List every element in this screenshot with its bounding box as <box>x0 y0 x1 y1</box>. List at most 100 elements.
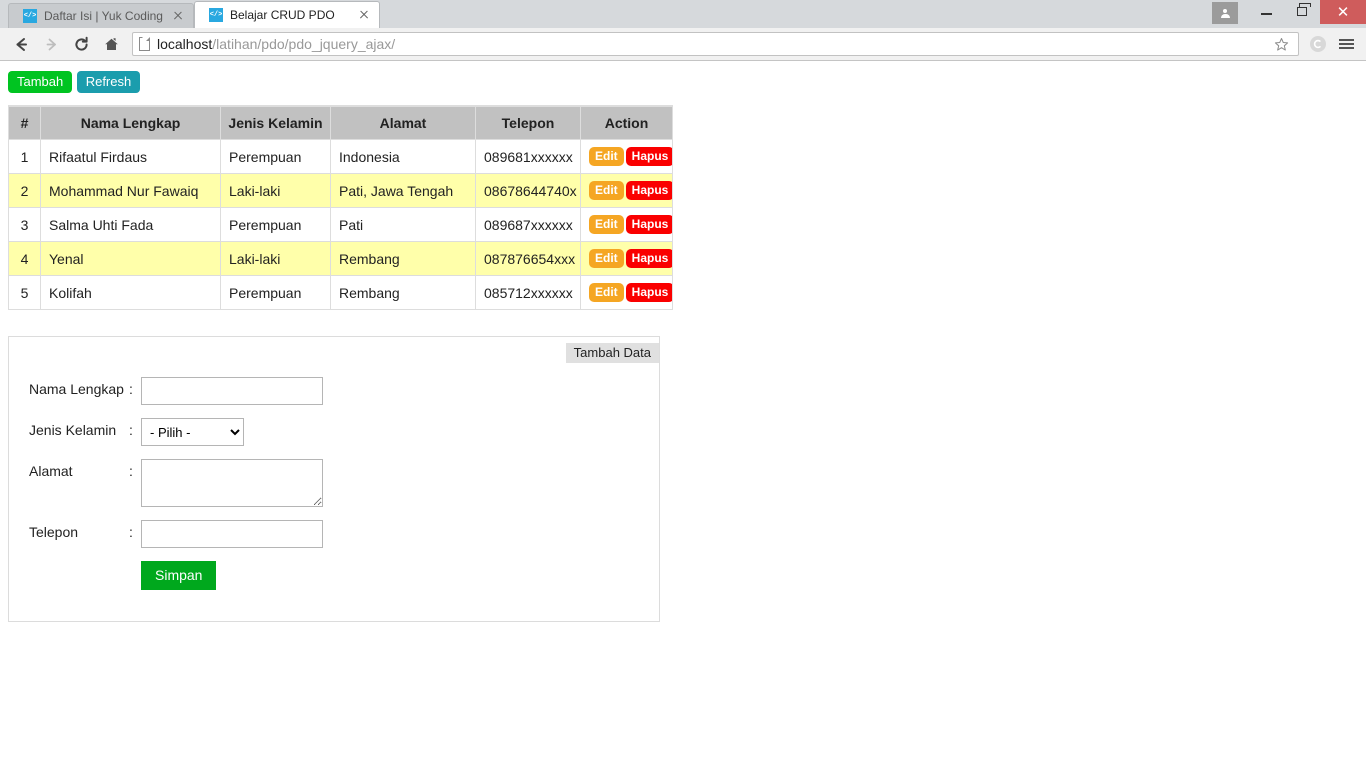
colon-separator: : <box>129 422 133 438</box>
code-icon: </> <box>23 9 37 23</box>
cell-action: Edit Hapus <box>580 241 673 276</box>
jenis-kelamin-select[interactable]: - Pilih - Laki-laki Perempuan <box>141 418 244 446</box>
cell-action: Edit Hapus <box>580 275 673 310</box>
page-viewport: Tambah Refresh # Nama Lengkap Jenis Kela… <box>0 61 1366 768</box>
cell-nama: Rifaatul Firdaus <box>40 139 221 174</box>
table-header-alamat: Alamat <box>330 105 476 140</box>
cell-action: Edit Hapus <box>580 139 673 174</box>
edit-button[interactable]: Edit <box>589 181 624 200</box>
cell-alamat: Pati, Jawa Tengah <box>330 173 476 208</box>
minimize-button[interactable] <box>1248 0 1284 22</box>
url-path: /latihan/pdo/pdo_jquery_ajax/ <box>212 36 396 52</box>
browser-tab-2[interactable]: </> Belajar CRUD PDO <box>194 1 380 28</box>
browser-window: </> Daftar Isi | Yuk Coding </> Belajar … <box>0 0 1366 768</box>
form-row-nama: Nama Lengkap : <box>29 377 659 405</box>
edit-button[interactable]: Edit <box>589 215 624 234</box>
table-header-no: # <box>8 105 41 140</box>
cell-telepon: 08678644740x <box>475 173 581 208</box>
colon-separator: : <box>129 524 133 540</box>
cell-jenis-kelamin: Laki-laki <box>220 173 331 208</box>
forward-icon[interactable] <box>36 29 66 59</box>
code-icon: </> <box>209 8 223 22</box>
nama-lengkap-label: Nama Lengkap <box>29 381 124 397</box>
table-header-row: # Nama Lengkap Jenis Kelamin Alamat Tele… <box>8 105 673 140</box>
close-icon[interactable] <box>171 9 185 23</box>
star-icon[interactable] <box>1270 33 1292 55</box>
browser-tab-1[interactable]: </> Daftar Isi | Yuk Coding <box>8 3 194 28</box>
close-icon[interactable] <box>357 8 371 22</box>
cell-telepon: 089687xxxxxx <box>475 207 581 242</box>
close-window-button[interactable]: ✕ <box>1320 0 1366 24</box>
simpan-button[interactable]: Simpan <box>141 561 217 590</box>
panel-header: Tambah Data <box>9 343 659 363</box>
user-avatar-icon[interactable] <box>1212 2 1238 24</box>
table-row: 4 Yenal Laki-laki Rembang 087876654xxx E… <box>8 241 673 276</box>
hapus-button[interactable]: Hapus <box>625 181 672 200</box>
cell-jenis-kelamin: Perempuan <box>220 207 331 242</box>
cell-alamat: Indonesia <box>330 139 476 174</box>
form-row-jenis-kelamin: Jenis Kelamin : - Pilih - Laki-laki Pere… <box>29 418 659 446</box>
table-header-jk: Jenis Kelamin <box>220 105 331 140</box>
table-row: 1 Rifaatul Firdaus Perempuan Indonesia 0… <box>8 139 673 174</box>
tambah-button[interactable]: Tambah <box>8 71 73 93</box>
cell-alamat: Rembang <box>330 275 476 310</box>
maximize-button[interactable] <box>1284 0 1320 22</box>
cell-telepon: 087876654xxx <box>475 241 581 276</box>
cell-jenis-kelamin: Perempuan <box>220 275 331 310</box>
cell-no: 5 <box>8 275 41 310</box>
window-controls: ✕ <box>1212 0 1366 26</box>
action-button-row: Tambah Refresh <box>0 71 1366 93</box>
home-icon[interactable] <box>96 29 126 59</box>
tab-title: Daftar Isi | Yuk Coding <box>44 9 163 23</box>
jenis-kelamin-label: Jenis Kelamin <box>29 422 117 438</box>
hapus-button[interactable]: Hapus <box>625 147 672 166</box>
cell-nama: Salma Uhti Fada <box>40 207 221 242</box>
table-row: 3 Salma Uhti Fada Perempuan Pati 089687x… <box>8 207 673 242</box>
table-header-action: Action <box>580 105 673 140</box>
cell-nama: Yenal <box>40 241 221 276</box>
form-row-submit: Simpan <box>141 561 659 590</box>
cell-alamat: Rembang <box>330 241 476 276</box>
panel-title: Tambah Data <box>565 343 659 363</box>
colon-separator: : <box>129 463 133 479</box>
colon-separator: : <box>129 381 133 397</box>
telepon-label: Telepon <box>29 524 79 540</box>
cell-nama: Kolifah <box>40 275 221 310</box>
refresh-button[interactable]: Refresh <box>76 71 141 93</box>
table-header-nama: Nama Lengkap <box>40 105 221 140</box>
menu-icon[interactable] <box>1332 30 1360 58</box>
table-head: # Nama Lengkap Jenis Kelamin Alamat Tele… <box>8 105 673 140</box>
form-row-telepon: Telepon : <box>29 520 659 548</box>
table-header-telepon: Telepon <box>475 105 581 140</box>
back-icon[interactable] <box>6 29 36 59</box>
cell-action: Edit Hapus <box>580 173 673 208</box>
edit-button[interactable]: Edit <box>589 249 624 268</box>
cell-jenis-kelamin: Laki-laki <box>220 241 331 276</box>
cell-alamat: Pati <box>330 207 476 242</box>
hapus-button[interactable]: Hapus <box>625 215 672 234</box>
address-bar[interactable]: localhost/latihan/pdo/pdo_jquery_ajax/ <box>132 32 1299 56</box>
table-body: 1 Rifaatul Firdaus Perempuan Indonesia 0… <box>8 139 673 310</box>
hapus-button[interactable]: Hapus <box>625 249 672 268</box>
hapus-button[interactable]: Hapus <box>625 283 672 302</box>
tambah-data-form: Nama Lengkap : Jenis Kelamin : - Pilih -… <box>9 361 659 590</box>
cell-telepon: 089681xxxxxx <box>475 139 581 174</box>
nama-lengkap-input[interactable] <box>141 377 323 405</box>
reload-icon[interactable] <box>66 29 96 59</box>
alamat-label: Alamat <box>29 463 73 479</box>
page-document-icon <box>139 37 150 51</box>
browser-toolbar: localhost/latihan/pdo/pdo_jquery_ajax/ <box>0 28 1366 61</box>
alamat-textarea[interactable] <box>141 459 323 507</box>
extension-icon[interactable] <box>1304 30 1332 58</box>
telepon-input[interactable] <box>141 520 323 548</box>
edit-button[interactable]: Edit <box>589 147 624 166</box>
tab-title: Belajar CRUD PDO <box>230 8 335 22</box>
cell-no: 2 <box>8 173 41 208</box>
data-table: # Nama Lengkap Jenis Kelamin Alamat Tele… <box>8 105 673 310</box>
cell-no: 4 <box>8 241 41 276</box>
cell-telepon: 085712xxxxxx <box>475 275 581 310</box>
cell-action: Edit Hapus <box>580 207 673 242</box>
tambah-data-panel: Tambah Data Nama Lengkap : Jenis Kelamin… <box>8 336 660 622</box>
tab-strip: </> Daftar Isi | Yuk Coding </> Belajar … <box>0 0 1366 28</box>
edit-button[interactable]: Edit <box>589 283 624 302</box>
